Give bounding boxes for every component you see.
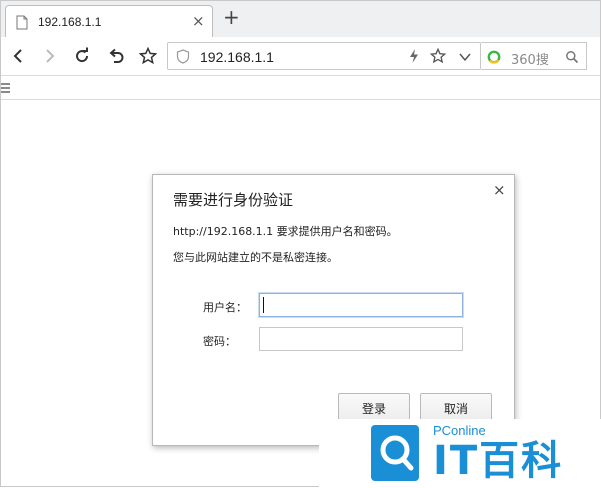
url-text[interactable]: 192.168.1.1 — [200, 49, 274, 65]
dialog-title: 需要进行身份验证 — [173, 191, 294, 209]
address-bar[interactable]: 192.168.1.1 — [167, 42, 481, 70]
watermark-brand: IT百科 — [433, 438, 564, 484]
dialog-message: http://192.168.1.1 要求提供用户名和密码。 — [173, 225, 398, 238]
password-field[interactable] — [259, 327, 463, 351]
reload-icon[interactable] — [71, 45, 93, 67]
back-icon[interactable] — [7, 45, 29, 67]
search-engine-label: 360搜 — [511, 53, 549, 68]
undo-icon[interactable] — [105, 45, 127, 67]
tab-close-icon[interactable]: × — [192, 12, 205, 30]
password-label: 密码： — [203, 335, 236, 348]
bolt-icon[interactable] — [408, 48, 420, 68]
watermark-site-name: PConline — [433, 423, 486, 438]
dialog-warning: 您与此网站建立的不是私密连接。 — [173, 251, 338, 264]
360-search-logo-icon — [487, 49, 501, 64]
tab-strip: 192.168.1.1 × + — [1, 1, 600, 37]
username-label: 用户名： — [203, 301, 247, 314]
shield-icon — [176, 49, 190, 68]
star-icon[interactable] — [137, 45, 159, 67]
auth-dialog: 需要进行身份验证 × http://192.168.1.1 要求提供用户名和密码… — [152, 174, 515, 446]
browser-tab[interactable]: 192.168.1.1 × — [5, 5, 213, 37]
bookmarks-bar — [1, 75, 600, 100]
browser-toolbar: 192.168.1.1 360搜 — [1, 37, 600, 76]
tab-title: 192.168.1.1 — [38, 15, 102, 29]
dialog-close-icon[interactable]: × — [493, 181, 506, 199]
bookmark-list-icon[interactable] — [1, 79, 11, 98]
forward-icon[interactable] — [39, 45, 61, 67]
new-tab-button[interactable]: + — [223, 5, 240, 29]
pconline-watermark: PConline IT百科 — [319, 419, 601, 488]
text-caret — [263, 297, 264, 313]
search-box[interactable]: 360搜 — [481, 42, 587, 70]
username-field[interactable] — [259, 293, 463, 317]
search-icon[interactable] — [565, 49, 579, 68]
page-icon — [16, 15, 28, 30]
chevron-down-icon[interactable] — [458, 49, 472, 68]
magnifier-logo-icon — [369, 423, 425, 487]
bookmark-star-icon[interactable] — [429, 47, 447, 68]
